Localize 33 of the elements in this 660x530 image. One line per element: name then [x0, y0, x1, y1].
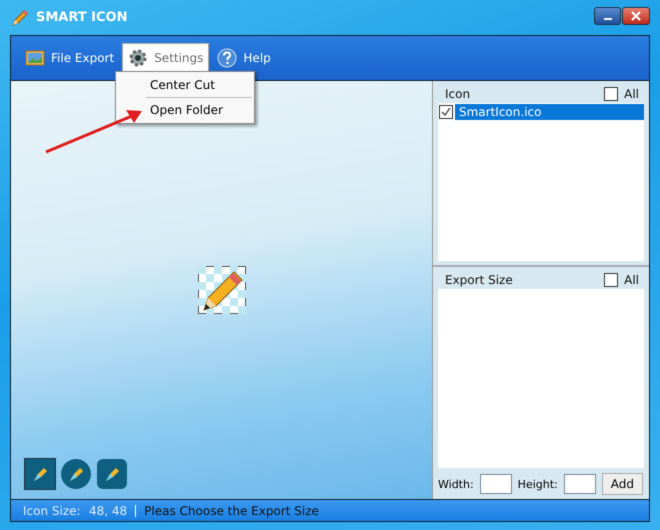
width-input[interactable] — [480, 474, 512, 494]
pencil-icon — [10, 8, 30, 28]
shape-button[interactable] — [25, 459, 55, 489]
gear-icon — [128, 48, 148, 68]
checkbox-label: All — [624, 273, 639, 287]
pencil-icon — [198, 266, 246, 314]
toolbar-button[interactable]: File Export — [19, 43, 120, 73]
window-title: SMART ICON — [36, 10, 128, 25]
shape-button[interactable] — [97, 459, 127, 489]
list-item[interactable]: SmartIcon.ico — [455, 104, 644, 120]
close-button[interactable] — [622, 7, 650, 25]
panel-title: Icon — [445, 87, 470, 101]
checkbox-label: All — [624, 87, 639, 101]
checkbox[interactable] — [604, 87, 618, 101]
help-icon — [217, 48, 238, 68]
shape-button[interactable] — [61, 459, 91, 489]
checkbox[interactable] — [604, 273, 618, 287]
minimize-icon — [604, 18, 612, 20]
checkbox[interactable] — [439, 105, 453, 119]
status-value: 48, 48 — [89, 504, 128, 518]
picture-icon — [25, 48, 45, 68]
menu-item[interactable]: Open Folder — [116, 99, 254, 121]
toolbar-button[interactable]: Settings — [122, 43, 210, 73]
close-icon — [631, 11, 641, 21]
status-label: Icon Size: — [23, 504, 82, 518]
panel-title: Export Size — [445, 273, 513, 287]
menu-item[interactable]: Center Cut — [116, 74, 254, 96]
minimize-button[interactable] — [594, 7, 621, 25]
height-input[interactable] — [564, 474, 596, 494]
field-label: Width: — [438, 478, 474, 490]
add-button[interactable]: Add — [602, 473, 643, 495]
field-label: Height: — [518, 478, 558, 490]
status-message: Pleas Choose the Export Size — [144, 504, 319, 518]
